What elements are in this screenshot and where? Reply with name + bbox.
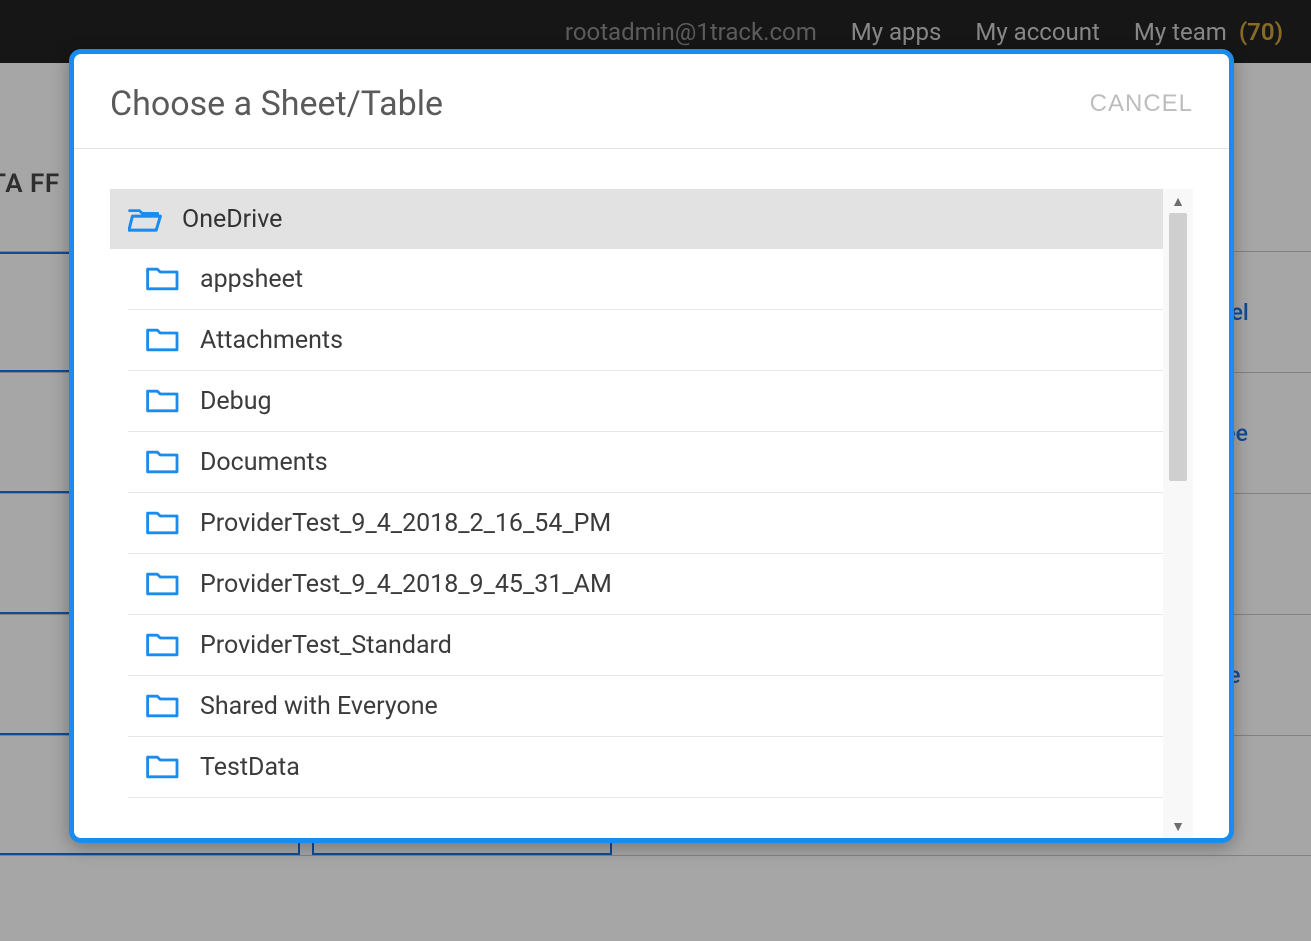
modal-body: OneDrive appsheet [74, 149, 1229, 838]
folder-icon [146, 631, 180, 659]
folder-icon [146, 326, 180, 354]
folder-icon [146, 265, 180, 293]
folder-open-icon [128, 205, 162, 233]
folder-icon [146, 509, 180, 537]
tree-folder-item[interactable]: Documents [128, 432, 1163, 493]
scroll-thumb[interactable] [1169, 213, 1187, 481]
tree-item-label: TestData [200, 753, 300, 782]
tree-folder-item[interactable]: Shared with Everyone [128, 676, 1163, 737]
scroll-up-arrow[interactable]: ▲ [1163, 189, 1193, 213]
folder-icon [146, 570, 180, 598]
tree-folder-item[interactable]: Attachments [128, 310, 1163, 371]
tree-folder-item[interactable]: Debug [128, 371, 1163, 432]
folder-icon [146, 387, 180, 415]
scrollbar[interactable]: ▲ ▼ [1163, 189, 1193, 838]
tree-root-label: OneDrive [182, 205, 282, 234]
folder-tree: OneDrive appsheet [110, 189, 1193, 838]
choose-sheet-modal: Choose a Sheet/Table CANCEL OneDrive [69, 49, 1234, 843]
tree-item-label: Attachments [200, 326, 343, 355]
tree-folder-item[interactable]: ProviderTest_Standard [128, 615, 1163, 676]
tree-item-label: ProviderTest_9_4_2018_9_45_31_AM [200, 570, 612, 599]
cancel-button[interactable]: CANCEL [1090, 90, 1193, 118]
tree-item-label: ProviderTest_9_4_2018_2_16_54_PM [200, 509, 611, 538]
folder-icon [146, 448, 180, 476]
tree-item-label: appsheet [200, 265, 303, 294]
tree-item-label: Debug [200, 387, 272, 416]
tree-folder-item[interactable]: ProviderTest_9_4_2018_2_16_54_PM [128, 493, 1163, 554]
folder-icon [146, 692, 180, 720]
tree-item-label: Shared with Everyone [200, 692, 438, 721]
modal-title: Choose a Sheet/Table [110, 84, 443, 124]
tree-folder-item[interactable]: appsheet [128, 249, 1163, 310]
scroll-down-arrow[interactable]: ▼ [1163, 814, 1193, 838]
modal-header: Choose a Sheet/Table CANCEL [74, 54, 1229, 149]
tree-folder-item[interactable]: ProviderTest_9_4_2018_9_45_31_AM [128, 554, 1163, 615]
folder-icon [146, 753, 180, 781]
tree-item-label: Documents [200, 448, 328, 477]
tree-root-onedrive[interactable]: OneDrive [110, 189, 1163, 249]
tree-item-label: ProviderTest_Standard [200, 631, 452, 660]
tree-folder-item[interactable]: TestData [128, 737, 1163, 798]
